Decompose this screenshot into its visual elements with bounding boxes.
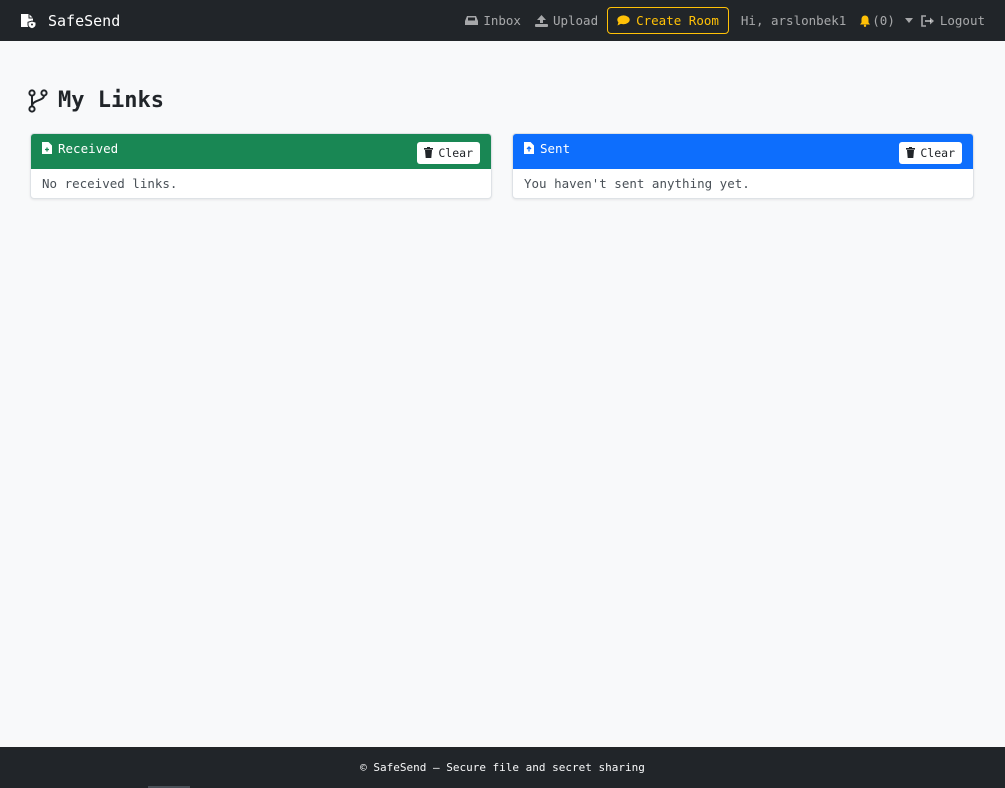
trash-icon [424, 147, 434, 158]
logout-link[interactable]: Logout [921, 13, 985, 28]
brand[interactable]: SafeSend [20, 12, 120, 30]
sent-empty-text: You haven't sent anything yet. [524, 176, 750, 191]
received-card-title: Received [42, 141, 118, 156]
caret-down-icon[interactable] [904, 18, 913, 23]
chat-bubble-icon [617, 15, 630, 26]
clear-received-label: Clear [438, 145, 473, 160]
sent-card-body: You haven't sent anything yet. [513, 169, 973, 198]
logout-label: Logout [939, 13, 985, 28]
upload-icon [534, 14, 548, 27]
page-title-text: My Links [58, 88, 164, 113]
create-room-label: Create Room [636, 13, 719, 28]
notification-count: (0) [872, 13, 895, 28]
navbar-right: Inbox Upload Create Room Hi, arslonbek1 … [462, 7, 985, 34]
bell-icon [860, 15, 871, 27]
sent-card-title-text: Sent [540, 140, 571, 156]
received-empty-text: No received links. [42, 176, 178, 191]
file-shield-icon [20, 13, 38, 29]
received-card-body: No received links. [31, 169, 491, 198]
file-icon [42, 142, 52, 154]
nav-inbox-label: Inbox [483, 13, 521, 28]
notifications-link[interactable]: (0) [860, 13, 895, 28]
logout-icon [921, 14, 934, 27]
sent-card-header: Sent Clear [513, 134, 973, 169]
page-title: My Links [28, 88, 164, 113]
brand-name: SafeSend [48, 11, 121, 30]
create-room-button[interactable]: Create Room [607, 7, 729, 34]
user-greeting: Hi, arslonbek1 [740, 13, 847, 28]
inbox-icon [465, 16, 479, 25]
file-icon [524, 142, 534, 154]
branch-icon [28, 88, 48, 113]
footer: © SafeSend — Secure file and secret shar… [0, 747, 1005, 788]
clear-sent-label: Clear [920, 145, 955, 160]
nav-upload-link[interactable]: Upload [532, 13, 601, 28]
trash-icon [906, 147, 916, 158]
sent-card: Sent Clear You haven't sent anything yet… [512, 133, 974, 199]
sent-card-title: Sent [524, 141, 570, 156]
nav-upload-label: Upload [552, 13, 599, 28]
footer-text: © SafeSend — Secure file and secret shar… [360, 761, 645, 774]
received-card-header: Received Clear [31, 134, 491, 169]
clear-sent-button[interactable]: Clear [899, 141, 962, 164]
received-card-title-text: Received [58, 140, 119, 156]
received-card: Received Clear No received links. [30, 133, 492, 199]
top-navbar: SafeSend Inbox Upload Create Room Hi, ar… [0, 0, 1005, 41]
clear-received-button[interactable]: Clear [417, 141, 480, 164]
nav-inbox-link[interactable]: Inbox [462, 13, 524, 28]
